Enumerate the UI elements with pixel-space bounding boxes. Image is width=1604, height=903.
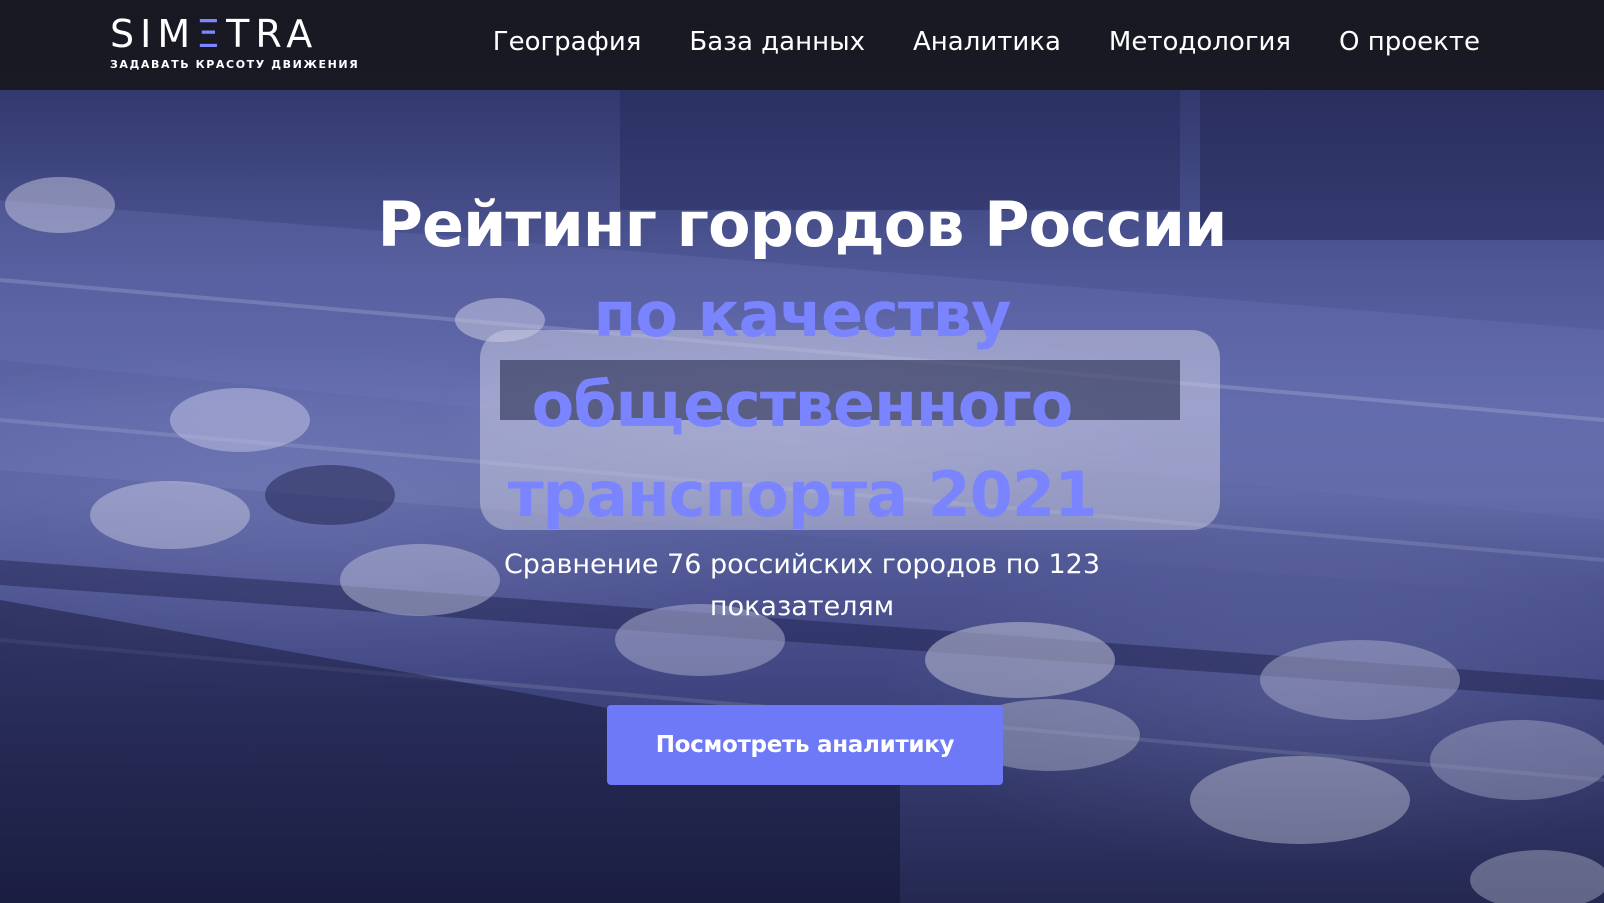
logo-word-accent: Ξ — [196, 12, 227, 56]
view-analytics-button[interactable]: Посмотреть аналитику — [607, 705, 1003, 785]
nav-link-geography[interactable]: География — [493, 27, 642, 57]
simetra-logo[interactable]: SIMΞTRA ЗАДАВАТЬ КРАСОТУ ДВИЖЕНИЯ — [110, 14, 360, 76]
site-header: SIMΞTRA ЗАДАВАТЬ КРАСОТУ ДВИЖЕНИЯ Геогра… — [0, 0, 1604, 90]
hero-title-line-4: транспорта 2021 — [507, 458, 1097, 531]
hero-title-line-1: Рейтинг городов России — [377, 188, 1228, 261]
nav-link-methodology[interactable]: Методология — [1109, 27, 1291, 57]
logo-word-end: TRA — [226, 12, 319, 56]
hero-subtitle: Сравнение 76 российских городов по 123 п… — [503, 549, 1101, 622]
hero-section: Рейтинг городов России по качеству общес… — [0, 180, 1604, 628]
nav-link-analytics[interactable]: Аналитика — [913, 27, 1061, 57]
logo-tagline: ЗАДАВАТЬ КРАСОТУ ДВИЖЕНИЯ — [110, 58, 360, 71]
hero-title-line-3: общественного — [531, 368, 1074, 441]
logo-word-start: SIM — [110, 12, 197, 56]
page: SIMΞTRA ЗАДАВАТЬ КРАСОТУ ДВИЖЕНИЯ Геогра… — [0, 0, 1604, 903]
main-nav: География База данных Аналитика Методоло… — [493, 0, 1480, 84]
hero-title-line-2: по качеству — [593, 278, 1012, 351]
logo-wordmark: SIMΞTRA — [110, 14, 355, 54]
nav-link-database[interactable]: База данных — [689, 27, 865, 57]
nav-link-about[interactable]: О проекте — [1339, 27, 1480, 57]
hero-title: Рейтинг городов России по качеству общес… — [0, 180, 1604, 540]
